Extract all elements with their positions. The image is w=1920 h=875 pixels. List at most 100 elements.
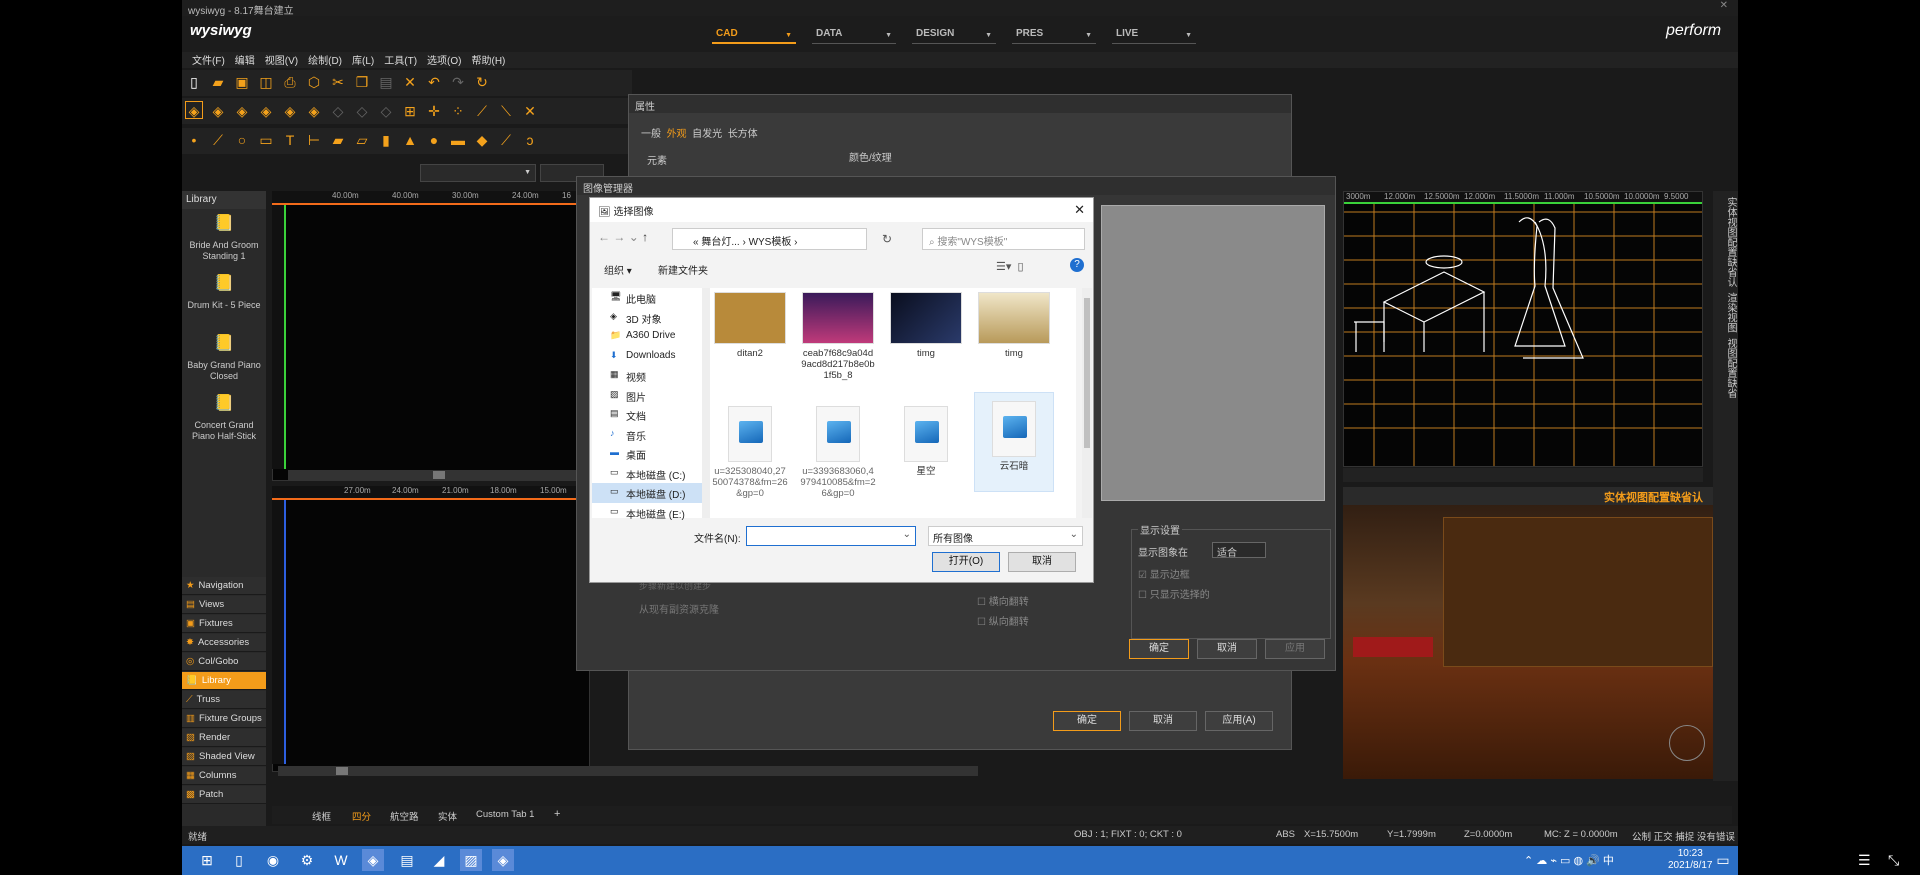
back-icon[interactable]: ←	[598, 230, 610, 244]
library-item-drum[interactable]: 📒 Drum Kit - 5 Piece	[182, 274, 266, 332]
tree-item[interactable]: 📁 A360 Drive	[592, 327, 702, 347]
scroll-thumb[interactable]	[1084, 298, 1090, 448]
pipe-icon[interactable]: ⟋	[497, 131, 515, 149]
mode-design[interactable]: DESIGN ▼	[912, 26, 996, 44]
add-tab-button[interactable]: +	[554, 808, 560, 820]
flip-h-checkbox[interactable]: ☐ 横向翻转	[977, 593, 1029, 608]
print-icon[interactable]: ⎙	[281, 73, 299, 91]
library-item-concert-grand[interactable]: 📒 Concert Grand Piano Half-Stick	[182, 394, 266, 452]
vtab[interactable]: 渲染视图	[1725, 293, 1736, 333]
refresh-icon[interactable]: ↻	[473, 73, 491, 91]
open-button[interactable]: 打开(O)	[932, 552, 1000, 572]
file-item[interactable]: u=325308040,2750074378&fm=26&gp=0	[710, 398, 790, 499]
scroll-thumb[interactable]	[336, 767, 348, 775]
tab-emissive[interactable]: 自发光	[692, 129, 722, 140]
viewport-3d[interactable]: 实体视图配置缺省认	[1343, 487, 1713, 779]
filetype-select[interactable]: 所有图像 ⌄	[928, 526, 1083, 546]
menu-options[interactable]: 选项(O)	[427, 56, 461, 67]
file-item[interactable]: ceab7f68c9a04d9acd8d217b8e0b1f5b_8	[798, 288, 878, 381]
bend-icon[interactable]: ↄ	[521, 131, 539, 149]
app-icon[interactable]: ◈	[362, 849, 384, 871]
browser-icon[interactable]: ◉	[262, 849, 284, 871]
box-icon[interactable]: ▱	[353, 131, 371, 149]
sphere-icon[interactable]: ●	[425, 131, 443, 149]
wps-icon[interactable]: W	[330, 849, 352, 871]
paste-icon[interactable]: ▤	[377, 73, 395, 91]
tree-item[interactable]: 🖥 此电脑	[592, 288, 702, 308]
plane-icon[interactable]: ▰	[329, 131, 347, 149]
menu-edit[interactable]: 编辑	[235, 56, 255, 67]
tab-box[interactable]: 长方体	[728, 129, 758, 140]
view-toggle-icon[interactable]: ☰▾ ▯	[996, 260, 1024, 273]
tab-custom-1[interactable]: Custom Tab 1	[476, 809, 534, 820]
explorer-icon[interactable]: ▤	[396, 849, 418, 871]
organize-button[interactable]: 组织 ▾	[604, 262, 632, 277]
cube-side-icon[interactable]: ◈	[233, 102, 251, 120]
tree-item[interactable]: ▬ 桌面	[592, 444, 702, 464]
mode-live[interactable]: LIVE ▼	[1112, 26, 1196, 44]
crumb[interactable]: WYS模板	[749, 237, 792, 248]
vtab[interactable]: 实体视图配置缺省认	[1725, 197, 1736, 287]
nav-shaded-view[interactable]: ▨ Shaded View	[182, 748, 266, 766]
nav-columns[interactable]: ▦ Columns	[182, 767, 266, 785]
cancel-button[interactable]: 取消	[1008, 552, 1076, 572]
flip-v-checkbox[interactable]: ☐ 纵向翻转	[977, 613, 1029, 628]
layer-dropdown[interactable]: ▼	[420, 164, 536, 182]
menu-tools[interactable]: 工具(T)	[384, 56, 417, 67]
snap-cross-icon[interactable]: ✕	[521, 102, 539, 120]
attr-ok-button[interactable]: 确定	[1053, 711, 1121, 731]
imgmgr-ok-button[interactable]: 确定	[1129, 639, 1189, 659]
nav-render[interactable]: ▧ Render	[182, 729, 266, 747]
cone-icon[interactable]: ▲	[401, 131, 419, 149]
file-item-selected[interactable]: 云石暗	[974, 392, 1054, 492]
forward-icon[interactable]: →	[613, 230, 625, 244]
library-item-baby-grand[interactable]: 📒 Baby Grand Piano Closed	[182, 334, 266, 392]
attr-apply-button[interactable]: 应用(A)	[1205, 711, 1273, 731]
tree-item[interactable]: ▨ 图片	[592, 386, 702, 406]
tab-solid[interactable]: 实体	[438, 809, 457, 823]
tree-item[interactable]: ⬇ Downloads	[592, 347, 702, 367]
clone-label[interactable]: 从现有副资源克隆	[639, 601, 719, 616]
image-app-icon[interactable]: ▨	[460, 849, 482, 871]
nav-library[interactable]: 📒 Library	[182, 672, 266, 690]
nav-views[interactable]: ▤ Views	[182, 596, 266, 614]
up-icon[interactable]: ↑	[642, 230, 648, 244]
mode-pres[interactable]: PRES ▼	[1012, 26, 1096, 44]
nav-colgobo[interactable]: ◎ Col/Gobo	[182, 653, 266, 671]
cube-front-icon[interactable]: ◈	[209, 102, 227, 120]
vtab[interactable]: 视图配置缺省	[1725, 338, 1736, 398]
file-item[interactable]: timg	[974, 288, 1054, 359]
tree-item[interactable]: ▤ 文档	[592, 405, 702, 425]
nav-fixtures[interactable]: ▣ Fixtures	[182, 615, 266, 633]
selected-only-checkbox[interactable]: ☐ 只显示选择的	[1138, 586, 1210, 601]
viewport-right-top[interactable]: 3000m 12.000m 12.5000m 12.000m 11.5000m 11.00…	[1343, 191, 1703, 467]
nav-patch[interactable]: ▩ Patch	[182, 786, 266, 804]
close-icon[interactable]: ✕	[1720, 0, 1728, 11]
task-view-icon[interactable]: ▯	[228, 849, 250, 871]
cube-persp-icon[interactable]: ◈	[305, 102, 323, 120]
package-icon[interactable]: ⬡	[305, 73, 323, 91]
chart-app-icon[interactable]: ◢	[428, 849, 450, 871]
windows-start-icon[interactable]: ⊞	[196, 849, 218, 871]
menu-file[interactable]: 文件(F)	[192, 56, 225, 67]
fit-dropdown[interactable]: 适合	[1212, 542, 1266, 559]
tree-item[interactable]: ◈ 3D 对象	[592, 308, 702, 328]
tab-wireframe[interactable]: 线框	[312, 809, 331, 823]
cut-icon[interactable]: ✂	[329, 73, 347, 91]
nav-accessories[interactable]: ✸ Accessories	[182, 634, 266, 652]
cube-view-icon[interactable]: ◈	[185, 101, 203, 119]
cube-dim-icon[interactable]: ◇	[353, 102, 371, 120]
menu-help[interactable]: 帮助(H)	[471, 56, 505, 67]
clock[interactable]: 10:23 2021/8/17	[1668, 848, 1713, 872]
grid-snap-icon[interactable]: ⊞	[401, 102, 419, 120]
cube-top-icon[interactable]: ◈	[257, 102, 275, 120]
h-scrollbar[interactable]	[288, 470, 590, 480]
crumb[interactable]: 舞台灯...	[701, 237, 739, 248]
cube-dim2-icon[interactable]: ◇	[377, 102, 395, 120]
menu-view[interactable]: 视图(V)	[265, 56, 298, 67]
new-folder-button[interactable]: 新建文件夹	[658, 262, 708, 277]
menu-library[interactable]: 库(L)	[352, 56, 374, 67]
address-bar[interactable]: « 舞台灯... › WYS模板 ›	[672, 228, 867, 250]
tree-item[interactable]: ▦ 视频	[592, 366, 702, 386]
attr-cancel-button[interactable]: 取消	[1129, 711, 1197, 731]
